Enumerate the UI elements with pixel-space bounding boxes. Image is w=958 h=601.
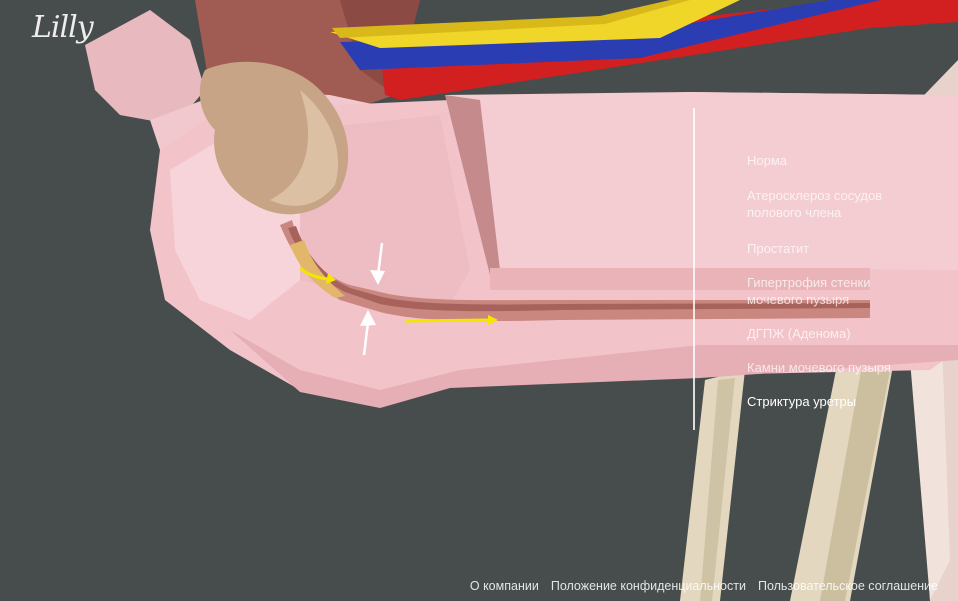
menu-item-bladder-stones[interactable]: Камни мочевого пузыря bbox=[747, 359, 907, 376]
footer-links: О компании Положение конфиденциальности … bbox=[470, 579, 938, 593]
menu-item-bladder-hypertrophy[interactable]: Гипертрофия стенки мочевого пузыря bbox=[747, 274, 907, 308]
menu-item-norm[interactable]: Норма bbox=[747, 152, 907, 169]
vessels bbox=[330, 0, 958, 100]
menu-divider bbox=[693, 108, 695, 430]
lilly-logo[interactable]: Lilly bbox=[32, 10, 94, 45]
footer-link-terms[interactable]: Пользовательское соглашение bbox=[758, 579, 938, 593]
footer-link-privacy[interactable]: Положение конфиденциальности bbox=[551, 579, 746, 593]
footer-link-about[interactable]: О компании bbox=[470, 579, 539, 593]
condition-menu: Норма Атеросклероз сосудов полового член… bbox=[747, 152, 907, 410]
menu-item-atherosclerosis[interactable]: Атеросклероз сосудов полового члена bbox=[747, 187, 907, 221]
menu-item-prostatitis[interactable]: Простатит bbox=[747, 240, 907, 257]
menu-item-urethral-stricture[interactable]: Стриктура уретры bbox=[747, 393, 907, 410]
menu-item-bph[interactable]: ДГПЖ (Аденома) bbox=[747, 325, 907, 342]
